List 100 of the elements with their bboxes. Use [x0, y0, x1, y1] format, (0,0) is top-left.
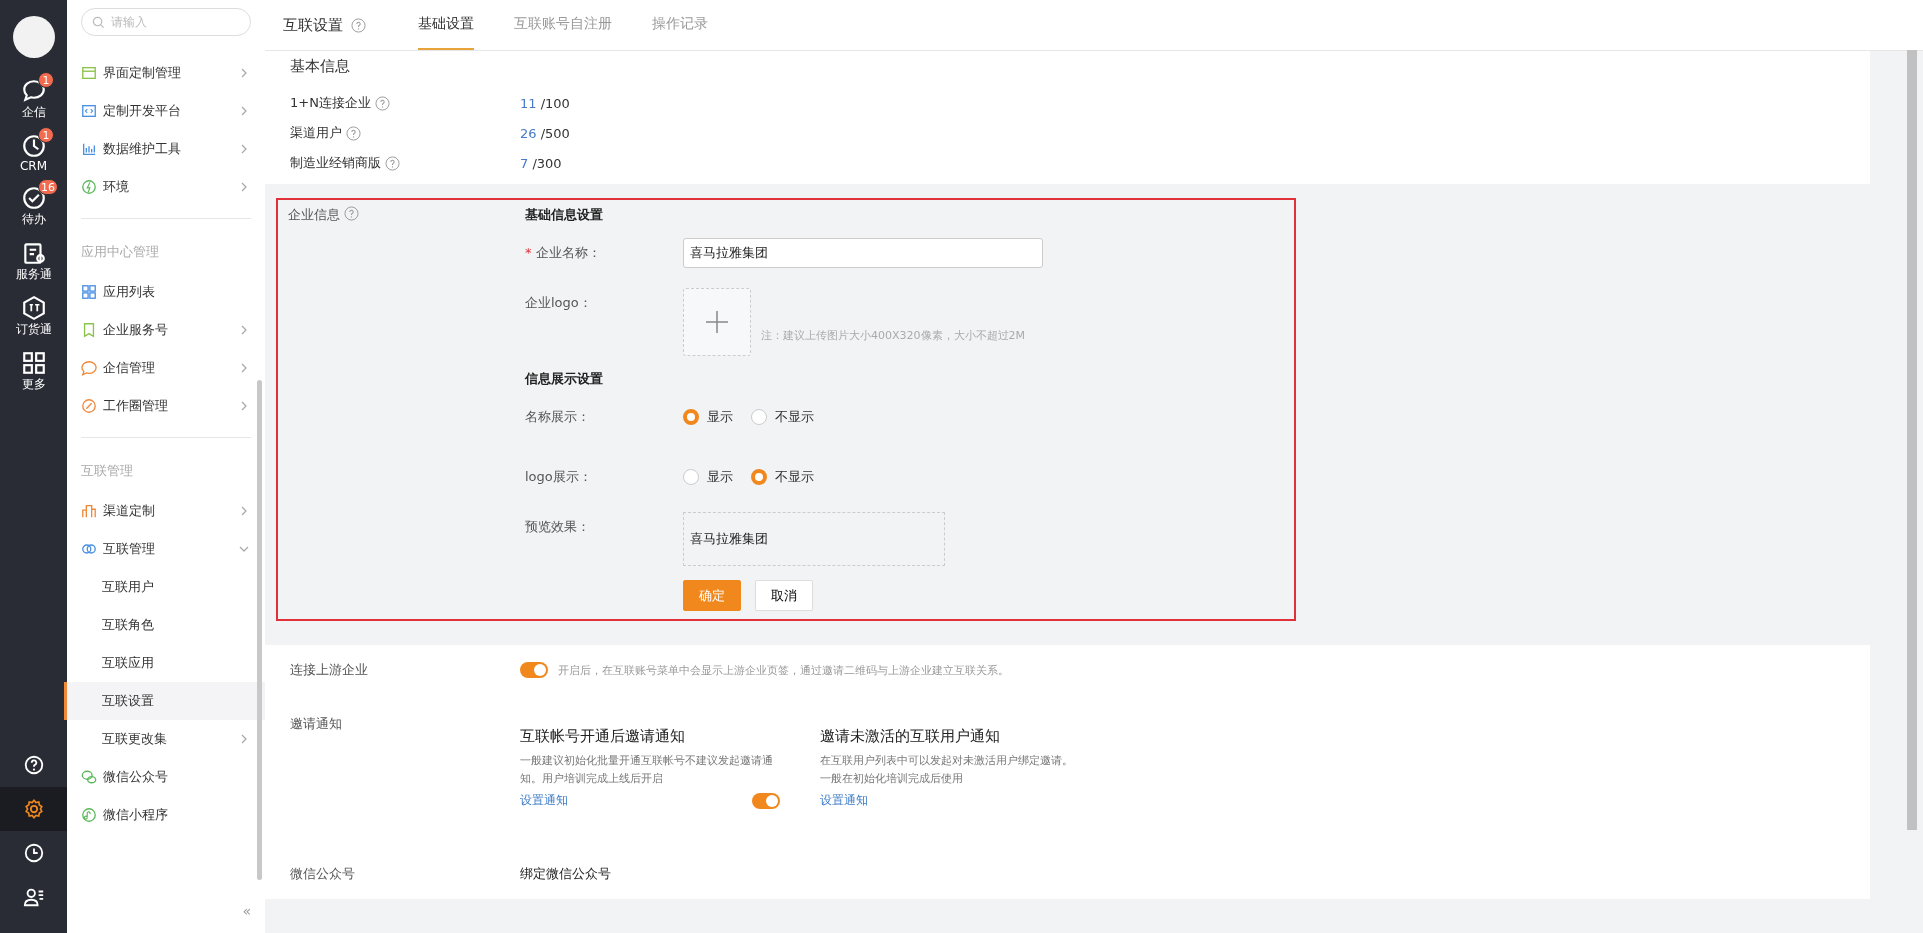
help-icon[interactable] — [385, 155, 400, 171]
help-icon[interactable] — [346, 125, 361, 141]
help-icon[interactable] — [374, 95, 390, 111]
sidebar-item[interactable]: 互联更改集 — [64, 720, 265, 758]
toggle-switch[interactable] — [752, 792, 780, 809]
sidebar-item[interactable]: 工作圈管理 — [64, 387, 265, 425]
help-icon[interactable] — [351, 17, 366, 33]
search-icon — [92, 15, 105, 29]
field-label: 企业信息 — [288, 206, 340, 224]
grid-icon — [81, 284, 97, 300]
help-icon[interactable] — [344, 206, 359, 221]
limit-value: /300 — [532, 155, 562, 171]
page-title: 互联设置 — [283, 15, 343, 35]
rail-item[interactable]: 企信 1 — [0, 72, 67, 127]
user-list-icon — [22, 886, 45, 908]
plus-icon — [704, 309, 730, 335]
sidebar-item[interactable]: 定制开发平台 — [64, 92, 265, 130]
clock-icon — [22, 842, 45, 864]
clock-icon — [20, 133, 47, 159]
radio-option[interactable]: 不显示 — [751, 408, 814, 426]
card-title: 互联帐号开通后邀请通知 — [520, 727, 686, 746]
section-heading: 绑定微信公众号 — [520, 865, 611, 883]
window-icon — [81, 65, 97, 81]
sidebar-item[interactable]: 渠道定制 — [64, 492, 265, 530]
field-label: 连接上游企业 — [290, 661, 369, 679]
preview-box: 喜马拉雅集团 — [683, 512, 945, 566]
sidebar-item[interactable]: 微信小程序 — [64, 796, 265, 834]
group-title: 互联管理 — [80, 462, 134, 480]
settings-icon — [22, 798, 45, 820]
settings-link[interactable]: 设置通知 — [820, 792, 868, 809]
field-label: 制造业经销商版 — [290, 154, 381, 172]
field-label: 名称展示： — [525, 408, 591, 426]
field-label: 1+N连接企业 — [290, 94, 371, 112]
sidebar-item[interactable]: 互联管理 — [64, 530, 265, 568]
bookmark-icon — [81, 322, 97, 338]
rail-button[interactable] — [0, 787, 67, 831]
chat-bubbles-icon — [81, 769, 97, 785]
sidebar-item[interactable]: 应用列表 — [64, 273, 265, 311]
chat-bubble-icon — [81, 360, 97, 376]
count-badge: 1 — [38, 127, 54, 143]
limit-value: /500 — [540, 125, 570, 141]
grid-icon — [20, 350, 47, 376]
rail-item[interactable]: 订货通 — [0, 289, 67, 344]
mini-program-icon — [81, 807, 97, 823]
count-badge: 1 — [38, 72, 54, 88]
radio-button[interactable] — [751, 469, 767, 485]
radio-button[interactable] — [751, 409, 767, 425]
radio-option[interactable]: 显示 — [683, 408, 733, 426]
field-label: 邀请通知 — [290, 715, 343, 733]
rail-item[interactable]: 待办 16 — [0, 179, 67, 234]
field-label: 企业logo： — [525, 294, 593, 312]
sidebar-item[interactable]: 环境 — [64, 168, 265, 206]
field-label: logo展示： — [525, 468, 593, 486]
bar-chart-icon — [81, 141, 97, 157]
hexagon-icon — [20, 295, 47, 321]
card-title: 邀请未激活的互联用户通知 — [820, 727, 1001, 746]
count-badge: 16 — [38, 179, 58, 195]
sidebar-item[interactable]: 互联应用 — [64, 644, 265, 682]
upload-button[interactable] — [683, 288, 751, 356]
sidebar-item[interactable]: 互联设置 — [64, 682, 265, 720]
scrollbar[interactable] — [1907, 50, 1917, 830]
radio-button[interactable] — [683, 469, 699, 485]
field-label: * 企业名称： — [525, 244, 602, 262]
rail-item[interactable]: 服务通 — [0, 234, 67, 289]
sidebar-item[interactable]: 企业服务号 — [64, 311, 265, 349]
sidebar-item[interactable]: 企信管理 — [64, 349, 265, 387]
sidebar-item[interactable]: 微信公众号 — [64, 758, 265, 796]
field-label: 微信公众号 — [290, 865, 356, 883]
chat-bubble-icon — [20, 78, 47, 104]
avatar[interactable] — [12, 16, 55, 58]
description-text: 开启后，在互联账号菜单中会显示上游企业页签，通过邀请二维码与上游企业建立互联关系。 — [558, 662, 1009, 678]
group-title: 应用中心管理 — [80, 243, 160, 261]
cancel-button[interactable]: 取消 — [755, 580, 813, 611]
radio-option[interactable]: 不显示 — [751, 468, 814, 486]
section-heading: 基本信息 — [290, 57, 351, 76]
count-value: 11 — [520, 95, 537, 111]
sidebar-item[interactable]: 互联用户 — [64, 568, 265, 606]
description-text: 一般建议初始化批量开通互联帐号不建议发起邀请通知。用户培训完成上线后开启 — [520, 753, 774, 787]
toggle-switch[interactable] — [520, 662, 548, 678]
radio-option[interactable]: 显示 — [683, 468, 733, 486]
building-icon — [81, 503, 97, 519]
sidebar-item[interactable]: 界面定制管理 — [64, 54, 265, 92]
radio-button[interactable] — [683, 409, 699, 425]
company-name-field[interactable]: 喜马拉雅集团 — [683, 238, 1043, 268]
count-value: 26 — [520, 125, 537, 141]
sidebar-item[interactable]: 互联角色 — [64, 606, 265, 644]
lightning-circle-icon — [81, 179, 97, 195]
field-label: 预览效果： — [525, 518, 591, 536]
settings-link[interactable]: 设置通知 — [520, 792, 568, 809]
scrollbar[interactable] — [257, 380, 262, 880]
rail-item[interactable]: CRM 1 — [0, 127, 67, 179]
hint-text: 注：建议上传图片大小400X320像素，大小不超过2M — [761, 328, 1026, 343]
linked-rings-icon — [81, 541, 97, 557]
code-window-icon — [81, 103, 97, 119]
sidebar-item[interactable]: 数据维护工具 — [64, 130, 265, 168]
pencil-circle-icon — [81, 398, 97, 414]
rail-item[interactable]: 更多 — [0, 344, 67, 399]
field-label: 渠道用户 — [290, 124, 342, 142]
section-heading: 信息展示设置 — [525, 370, 604, 388]
count-value: 7 — [520, 155, 529, 171]
